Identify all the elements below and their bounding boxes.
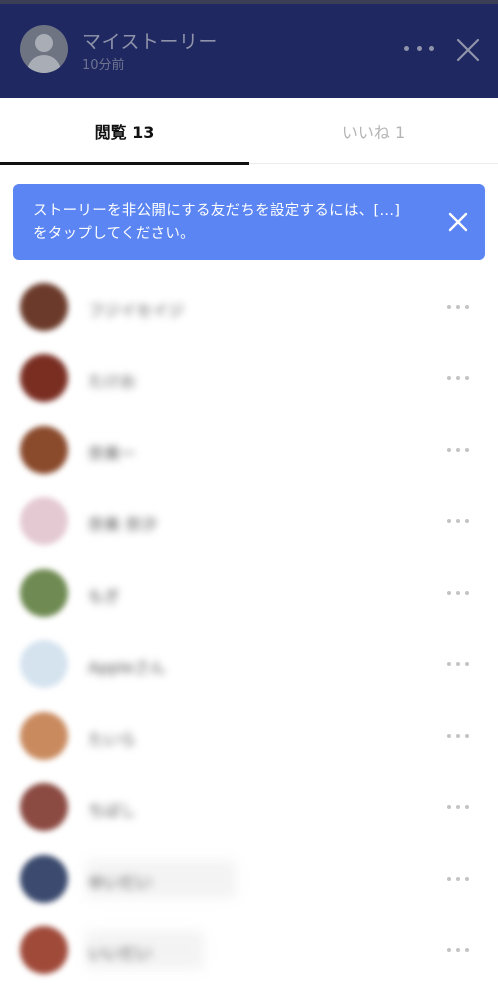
tab-views[interactable]: 閲覧 13 [0, 98, 249, 165]
viewer-name: もぎ [88, 587, 121, 606]
viewer-name: フジイセイジ [88, 301, 185, 320]
viewer-name: 奈美 奈汐 [88, 515, 158, 534]
dot [465, 948, 469, 952]
avatar [20, 640, 68, 688]
avatar [20, 569, 68, 617]
dot [465, 448, 469, 452]
more-icon[interactable] [447, 662, 469, 668]
dot [465, 877, 469, 881]
list-item[interactable]: フジイセイジ [0, 272, 498, 343]
viewer-name: ちばし [88, 801, 137, 820]
dot [456, 305, 460, 309]
dot [447, 734, 451, 738]
list-item[interactable]: Appleさん [0, 629, 498, 700]
dot [465, 376, 469, 380]
dot [465, 734, 469, 738]
more-icon[interactable] [447, 877, 469, 883]
avatar [20, 926, 68, 974]
tab-likes-label: いいね 1 [341, 123, 406, 142]
dot [456, 376, 460, 380]
dot [447, 591, 451, 595]
list-item[interactable]: ゆいだい [0, 844, 498, 915]
avatar-icon[interactable] [20, 25, 68, 73]
dot [447, 519, 451, 523]
list-item[interactable]: 奈美 奈汐 [0, 486, 498, 557]
dot [456, 448, 460, 452]
avatar [20, 783, 68, 831]
list-item[interactable]: 奈美ー [0, 415, 498, 486]
avatar [20, 283, 68, 331]
dot [456, 734, 460, 738]
dot [456, 877, 460, 881]
list-item[interactable]: たけお [0, 343, 498, 414]
viewer-name: ゆいだい [88, 873, 153, 892]
dot [404, 45, 409, 51]
more-icon[interactable] [447, 376, 469, 382]
viewer-name: たけお [88, 372, 137, 391]
avatar [20, 855, 68, 903]
dot [465, 662, 469, 666]
dot [447, 376, 451, 380]
more-icon[interactable] [447, 305, 469, 311]
tab-bar: 閲覧 13 いいね 1 [0, 98, 498, 165]
info-banner: ストーリーを非公開にする友だちを設定するには、[...]をタップしてください。 [13, 184, 485, 260]
more-icon[interactable] [447, 448, 469, 454]
more-icon[interactable] [447, 734, 469, 740]
more-icon[interactable] [447, 519, 469, 525]
dot [465, 805, 469, 809]
avatar-head [35, 34, 53, 52]
close-icon[interactable] [455, 37, 481, 63]
more-icon[interactable] [447, 591, 469, 597]
story-header: マイストーリー 10分前 [0, 0, 498, 98]
viewer-name: Appleさん [88, 658, 166, 677]
story-title: マイストーリー [82, 31, 218, 53]
tab-views-label: 閲覧 13 [94, 123, 155, 142]
dot [429, 45, 434, 51]
close-icon[interactable] [447, 211, 469, 233]
avatar [20, 497, 68, 545]
dot [456, 948, 460, 952]
list-item[interactable]: もぎ [0, 558, 498, 629]
dot [456, 662, 460, 666]
tab-likes[interactable]: いいね 1 [249, 98, 498, 164]
list-item[interactable]: たいら [0, 701, 498, 772]
avatar [20, 354, 68, 402]
dot [447, 448, 451, 452]
dot [447, 805, 451, 809]
dot [447, 305, 451, 309]
story-timestamp: 10分前 [82, 58, 125, 73]
dot [465, 519, 469, 523]
viewer-name: 奈美ー [88, 444, 137, 463]
viewer-name: いいだい [88, 944, 153, 963]
dot [465, 305, 469, 309]
tab-active-indicator [0, 162, 249, 165]
list-item[interactable]: いいだい [0, 915, 498, 986]
dot [447, 877, 451, 881]
more-icon[interactable] [447, 805, 469, 811]
dot [416, 45, 422, 51]
info-banner-message: ストーリーを非公開にする友だちを設定するには、[...]をタップしてください。 [33, 203, 401, 242]
progress-bar [0, 0, 498, 4]
avatar [20, 426, 68, 474]
more-icon[interactable] [404, 36, 434, 60]
avatar-body [27, 55, 61, 73]
more-icon[interactable] [447, 948, 469, 954]
dot [465, 591, 469, 595]
dot [447, 948, 451, 952]
avatar [20, 712, 68, 760]
dot [456, 805, 460, 809]
dot [456, 591, 460, 595]
dot [447, 662, 451, 666]
dot [456, 519, 460, 523]
viewer-name: たいら [88, 730, 137, 749]
list-item[interactable]: ちばし [0, 772, 498, 843]
